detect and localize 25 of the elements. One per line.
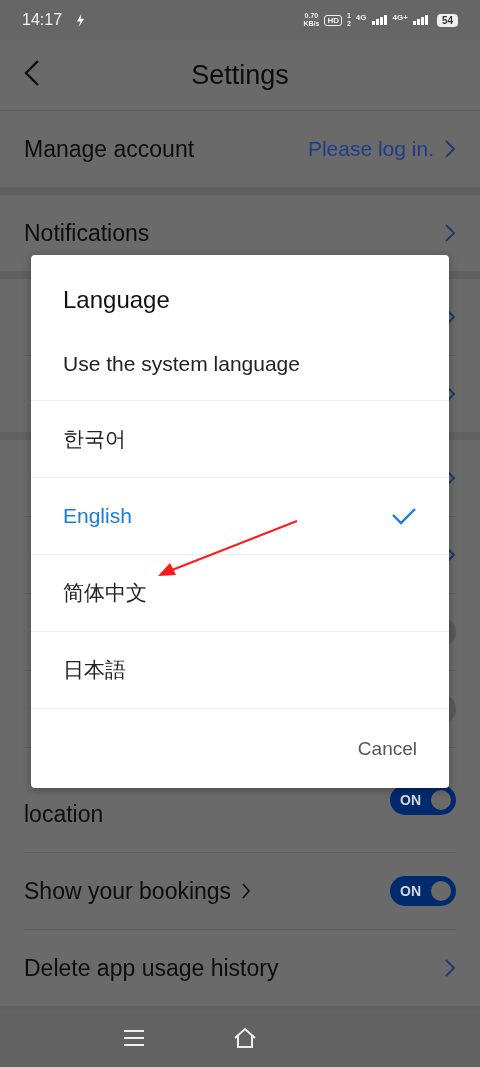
- setting-label: location: [24, 800, 104, 828]
- network-type: 4G: [355, 13, 367, 22]
- cancel-button[interactable]: Cancel: [357, 733, 417, 764]
- charging-icon: [75, 13, 87, 27]
- language-option[interactable]: Use the system language: [31, 314, 449, 401]
- language-option[interactable]: 한국어: [31, 401, 449, 478]
- menu-icon[interactable]: [123, 1029, 145, 1047]
- dialog-title: Language: [63, 286, 171, 314]
- setting-label: Manage account: [24, 135, 195, 163]
- back-icon[interactable]: [24, 59, 40, 87]
- network-type: 4G+: [392, 13, 408, 22]
- status-time: 14:17: [22, 11, 63, 29]
- setting-label: Delete app usage history: [24, 954, 279, 982]
- home-icon[interactable]: [233, 1027, 257, 1049]
- language-option[interactable]: English: [31, 478, 449, 555]
- page-title: Settings: [191, 59, 289, 91]
- toggle-switch[interactable]: ON: [390, 876, 456, 906]
- signal-icon: [412, 15, 429, 25]
- language-option[interactable]: 日本語: [31, 632, 449, 709]
- battery-indicator: 54: [436, 13, 458, 27]
- check-icon: [391, 506, 417, 526]
- hd-badge: HD: [324, 14, 342, 26]
- signal-icon: [371, 15, 388, 25]
- setting-label: Notifications: [24, 219, 150, 247]
- setting-label: Show your bookings: [24, 877, 232, 905]
